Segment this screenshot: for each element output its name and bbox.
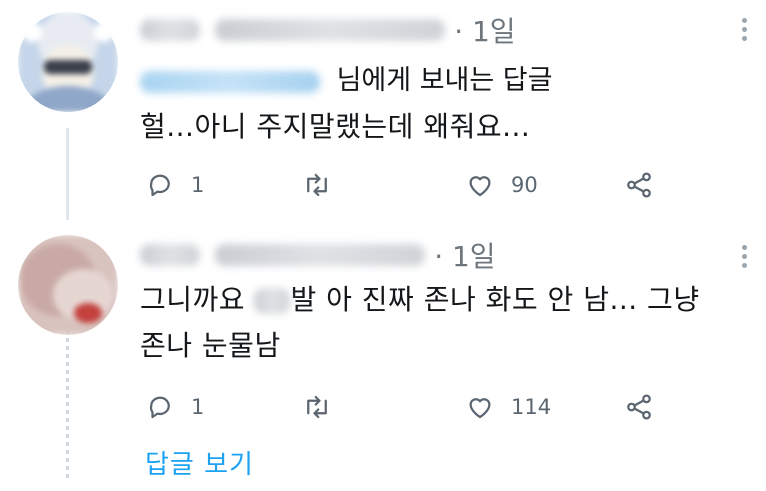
tweet-text-part2: 발 아 진짜 존나 화도 안 남... 그냥 [290,283,700,316]
reply-icon [149,396,170,419]
reply-count: 1 [191,395,205,419]
show-replies-link[interactable]: 답글 보기 [145,444,254,481]
username-redacted[interactable] [215,244,426,266]
tweet-text: 그니까요 발 아 진짜 존나 화도 안 남... 그냥 존나 눈물남 [140,277,750,369]
like-count: 114 [511,395,552,419]
reply-icon [149,174,170,197]
avatar-image [18,12,118,112]
tweet-header: · 1일 [140,10,516,50]
reply-to-label: 님에게 보내는 답글 [336,65,553,96]
display-name-redacted[interactable] [140,244,200,266]
tweet-actions: 1 90 [140,165,700,205]
more-options-icon[interactable] [742,18,748,45]
more-options-icon[interactable] [742,245,748,272]
reply-tweet-2[interactable]: · 1일 그니까요 발 아 진짜 존나 화도 안 남... 그냥 존나 눈물남 … [0,225,766,445]
tweet-text-line2: 존나 눈물남 [140,329,281,362]
tweet-text-part1: 그니까요 [140,283,255,316]
tweet-text: 헐...아니 주지말랬는데 왜줘요... [140,110,531,143]
retweet-icon [307,395,327,419]
like-button[interactable]: 114 [465,387,551,427]
heart-icon [469,176,491,197]
heart-icon [469,398,491,419]
timestamp[interactable]: · 1일 [434,240,495,273]
reply-count: 1 [191,173,205,197]
tweet-actions: 1 114 [140,387,700,427]
retweet-icon [307,173,327,197]
mention-redacted[interactable] [140,70,320,93]
username-redacted[interactable] [215,19,446,41]
like-button[interactable]: 90 [465,165,538,205]
tweet-header: · 1일 [140,235,496,275]
retweet-button[interactable] [302,387,348,427]
timestamp[interactable]: · 1일 [454,15,515,48]
share-icon [627,172,651,198]
reply-button[interactable]: 1 [145,165,204,205]
like-count: 90 [511,173,538,197]
avatar-image [18,235,118,335]
replying-to: 님에게 보내는 답글 [140,58,552,97]
share-icon [627,394,651,420]
avatar[interactable] [18,12,118,112]
share-button[interactable] [624,387,670,427]
display-name-redacted[interactable] [140,19,200,41]
censored-word [254,288,291,314]
reply-tweet-1[interactable]: · 1일 님에게 보내는 답글 헐...아니 주지말랬는데 왜줘요... 1 9… [0,0,766,220]
retweet-button[interactable] [302,165,348,205]
share-button[interactable] [624,165,670,205]
avatar[interactable] [18,235,118,335]
reply-button[interactable]: 1 [145,387,204,427]
